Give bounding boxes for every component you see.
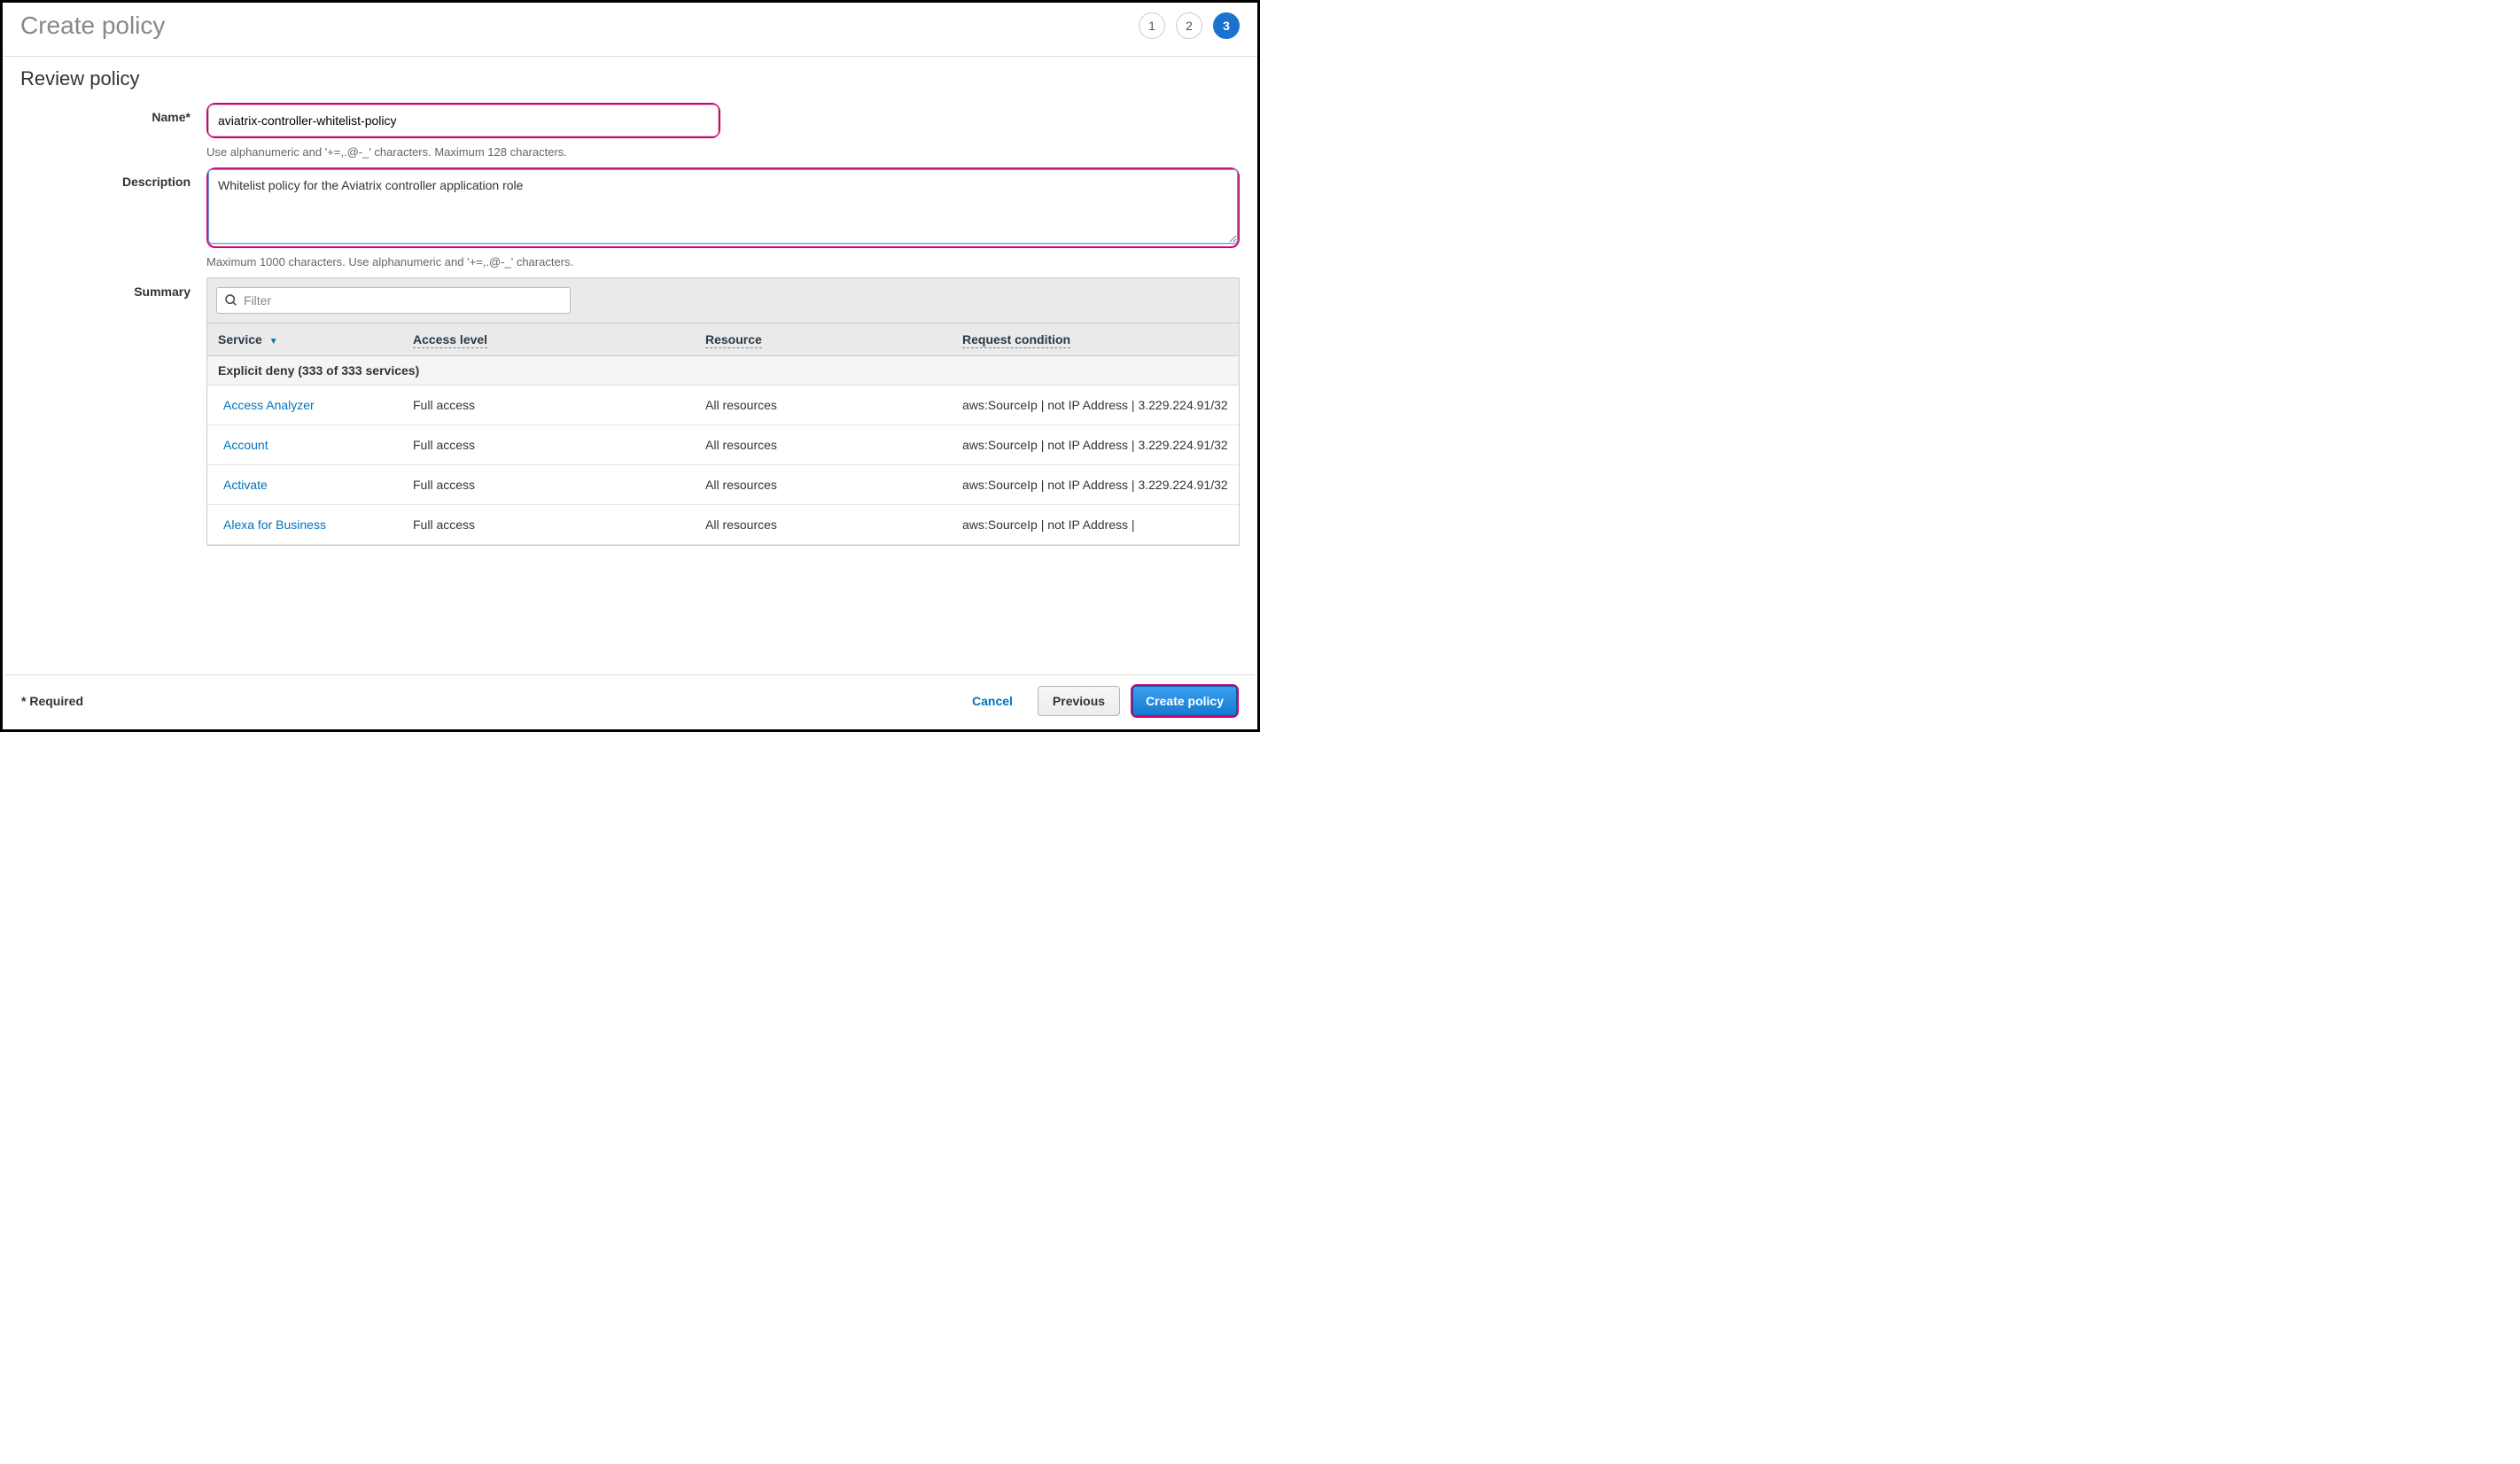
cell-condition: aws:SourceIp | not IP Address | 3.229.22… xyxy=(952,465,1239,505)
cell-condition: aws:SourceIp | not IP Address | 3.229.22… xyxy=(952,425,1239,465)
th-condition[interactable]: Request condition xyxy=(952,323,1239,356)
step-1[interactable]: 1 xyxy=(1139,12,1165,39)
cell-access: Full access xyxy=(402,505,695,545)
service-link[interactable]: Account xyxy=(223,438,268,452)
service-link[interactable]: Access Analyzer xyxy=(223,398,315,412)
group-row: Explicit deny (333 of 333 services) xyxy=(207,356,1239,385)
th-resource[interactable]: Resource xyxy=(695,323,952,356)
name-input[interactable] xyxy=(208,105,719,136)
table-row: Alexa for Business Full access All resou… xyxy=(207,505,1239,545)
page-title: Create policy xyxy=(20,12,165,40)
service-link[interactable]: Alexa for Business xyxy=(223,518,326,532)
summary-label: Summary xyxy=(20,277,206,299)
create-policy-button[interactable]: Create policy xyxy=(1132,686,1237,716)
cell-condition: aws:SourceIp | not IP Address | xyxy=(952,505,1239,545)
create-highlight: Create policy xyxy=(1131,684,1239,718)
name-label: Name* xyxy=(20,103,206,124)
table-row: Activate Full access All resources aws:S… xyxy=(207,465,1239,505)
footer-buttons: Cancel Previous Create policy xyxy=(958,684,1239,718)
footer: * Required Cancel Previous Create policy xyxy=(5,674,1255,727)
previous-button[interactable]: Previous xyxy=(1038,686,1120,716)
filter-input[interactable] xyxy=(244,293,563,308)
table-scroll: Service ▼ Access level Resource Request … xyxy=(207,323,1239,545)
cell-condition: aws:SourceIp | not IP Address | 3.229.22… xyxy=(952,385,1239,425)
table-row: Account Full access All resources aws:So… xyxy=(207,425,1239,465)
filter-row xyxy=(207,278,1239,323)
filter-box[interactable] xyxy=(216,287,571,314)
description-highlight xyxy=(206,167,1240,248)
cell-access: Full access xyxy=(402,425,695,465)
content-area: Review policy Name* Use alphanumeric and… xyxy=(3,57,1257,546)
table-row: Access Analyzer Full access All resource… xyxy=(207,385,1239,425)
page-header: Create policy 1 2 3 xyxy=(3,3,1257,57)
cell-resource: All resources xyxy=(695,505,952,545)
summary-panel: Service ▼ Access level Resource Request … xyxy=(206,277,1240,546)
summary-row: Summary Service ▼ xyxy=(20,277,1240,546)
section-title: Review policy xyxy=(20,67,1240,90)
description-label: Description xyxy=(20,167,206,189)
step-2[interactable]: 2 xyxy=(1176,12,1202,39)
step-indicator: 1 2 3 xyxy=(1139,12,1240,39)
description-input[interactable] xyxy=(208,169,1238,244)
required-note: * Required xyxy=(21,694,83,708)
step-3[interactable]: 3 xyxy=(1213,12,1240,39)
cell-resource: All resources xyxy=(695,465,952,505)
cell-access: Full access xyxy=(402,385,695,425)
service-link[interactable]: Activate xyxy=(223,478,268,492)
cancel-button[interactable]: Cancel xyxy=(958,687,1027,715)
search-icon xyxy=(224,293,238,308)
name-highlight xyxy=(206,103,720,138)
name-hint: Use alphanumeric and '+=,.@-_' character… xyxy=(206,145,1240,159)
description-row: Description Maximum 1000 characters. Use… xyxy=(20,167,1240,269)
name-row: Name* Use alphanumeric and '+=,.@-_' cha… xyxy=(20,103,1240,159)
cell-resource: All resources xyxy=(695,425,952,465)
group-label: Explicit deny (333 of 333 services) xyxy=(207,356,1239,385)
cell-access: Full access xyxy=(402,465,695,505)
summary-table: Service ▼ Access level Resource Request … xyxy=(207,323,1239,545)
th-access[interactable]: Access level xyxy=(402,323,695,356)
th-service[interactable]: Service ▼ xyxy=(207,323,402,356)
description-hint: Maximum 1000 characters. Use alphanumeri… xyxy=(206,255,1240,269)
sort-caret-icon: ▼ xyxy=(269,337,278,347)
cell-resource: All resources xyxy=(695,385,952,425)
